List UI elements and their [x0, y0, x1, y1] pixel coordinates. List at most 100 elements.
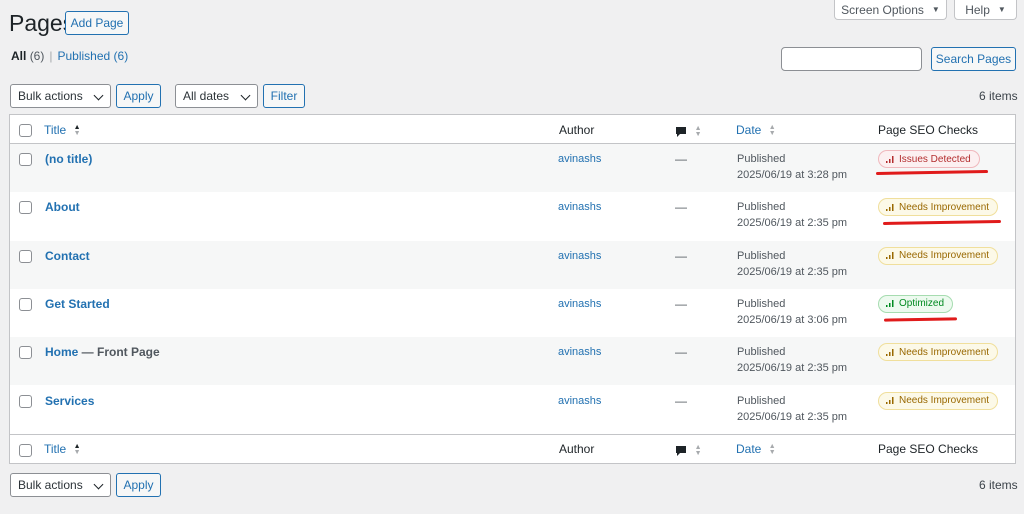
select-all-checkbox[interactable] — [19, 124, 32, 137]
filter-button[interactable]: Filter — [263, 84, 305, 108]
filter-published-count: (6) — [113, 49, 129, 63]
sort-arrows-icon: ▲ ▼ — [768, 123, 776, 137]
date-column-header[interactable]: Date ▲ ▼ — [736, 123, 776, 137]
seo-status-label: Needs Improvement — [899, 395, 990, 406]
date-cell: Published 2025/06/19 at 2:35 pm — [737, 393, 847, 425]
publish-date: 2025/06/19 at 3:06 pm — [737, 313, 848, 326]
author-link[interactable]: avinashs — [558, 201, 601, 213]
seo-status-label: Optimized — [899, 298, 945, 310]
filter-all-count: (6) — [29, 49, 45, 63]
screen-options-label: Screen Options — [841, 2, 924, 17]
apply-button[interactable]: Apply — [116, 84, 161, 108]
page-title-text: (no title) — [45, 152, 93, 166]
dates-select[interactable]: All dates — [175, 84, 258, 108]
page-title-text: Services — [45, 393, 95, 408]
seo-status-badge[interactable]: Needs Improvement — [878, 391, 999, 410]
publish-date: 2025/06/19 at 2:35 pm — [737, 410, 848, 423]
comments-column-header[interactable]: ▲ ▼ — [675, 442, 702, 457]
page-title-link[interactable]: Home — Front Page — [45, 345, 160, 359]
seo-check-cell: Needs Improvement — [878, 198, 999, 217]
search-input[interactable] — [781, 47, 922, 71]
signal-bars-icon — [886, 348, 894, 356]
search-pages-button[interactable]: Search Pages — [931, 47, 1016, 71]
date-cell: Published 2025/06/19 at 3:06 pm — [737, 296, 847, 328]
seo-column-header: Page SEO Checks — [878, 123, 979, 137]
sort-arrows-icon: ▲ ▼ — [73, 442, 81, 456]
help-tab[interactable]: Help ▼ — [954, 0, 1017, 20]
author-link[interactable]: avinashs — [558, 153, 601, 165]
row-checkbox[interactable] — [19, 153, 32, 166]
author-link[interactable]: avinashs — [558, 298, 601, 310]
select-all-checkbox[interactable] — [19, 444, 32, 457]
comment-bubble-icon — [676, 446, 686, 457]
bulk-actions-select[interactable]: Bulk actions — [10, 84, 111, 108]
row-checkbox[interactable] — [19, 297, 32, 311]
seo-check-cell: Needs Improvement — [878, 391, 999, 410]
row-checkbox[interactable] — [19, 201, 32, 215]
dates-value: All dates — [183, 89, 230, 103]
date-cell: Published 2025/06/19 at 2:35 pm — [737, 248, 847, 280]
seo-check-cell: Needs Improvement — [878, 343, 999, 362]
seo-status-badge[interactable]: Needs Improvement — [878, 198, 999, 217]
comments-column-header[interactable]: ▲ ▼ — [675, 123, 702, 138]
seo-check-cell: Optimized — [878, 294, 954, 313]
comment-count: — — [675, 345, 687, 360]
author-column-header: Author — [559, 442, 595, 456]
date-column-header[interactable]: Date ▲ ▼ — [736, 442, 776, 456]
table-row: (no title) avinashs — Published 2025/06/19 a… — [10, 144, 1015, 193]
date-column-label: Date — [736, 442, 762, 456]
page-title-link[interactable]: About — [45, 200, 80, 214]
screen-options-tab[interactable]: Screen Options ▼ — [834, 0, 947, 20]
publish-status: Published — [737, 297, 786, 310]
page-title-link[interactable]: (no title) — [45, 152, 92, 166]
table-row: Home — Front Page avinashs — Published 2025/… — [10, 337, 1015, 386]
publish-status: Published — [737, 249, 786, 262]
filter-all[interactable]: All (6) — [11, 49, 44, 63]
table-row: Contact avinashs — Published 2025/06/19 at 2… — [10, 240, 1015, 289]
add-page-button[interactable]: Add Page — [65, 11, 129, 35]
seo-status-badge[interactable]: Needs Improvement — [878, 246, 999, 265]
filter-published[interactable]: Published (6) — [57, 49, 128, 63]
items-count-bottom: 6 items — [979, 478, 1018, 492]
row-checkbox[interactable] — [19, 249, 32, 263]
page-title-link[interactable]: Services — [45, 394, 94, 408]
sort-arrows-icon: ▲ ▼ — [768, 442, 776, 456]
table-header: Title ▲ ▼ Author ▲ ▼ Date ▲ ▼ Page SEO Chec… — [10, 115, 1015, 144]
bulk-actions-value: Bulk actions — [18, 89, 83, 103]
seo-status-badge[interactable]: Optimized — [878, 294, 954, 313]
items-count: 6 items — [979, 89, 1018, 103]
apply-button-bottom[interactable]: Apply — [116, 473, 161, 497]
seo-check-cell: Needs Improvement — [878, 246, 999, 265]
title-column-header[interactable]: Title ▲ ▼ — [44, 123, 81, 137]
date-cell: Published 2025/06/19 at 3:28 pm — [737, 151, 847, 183]
page-title-link[interactable]: Get Started — [45, 297, 110, 311]
publish-status: Published — [737, 201, 786, 214]
seo-status-label: Needs Improvement — [899, 250, 990, 262]
row-checkbox[interactable] — [19, 394, 32, 408]
signal-bars-icon — [886, 300, 894, 308]
seo-status-badge[interactable]: Issues Detected — [878, 150, 980, 168]
sort-arrows-icon: ▲ ▼ — [694, 443, 702, 457]
page-title-link[interactable]: Contact — [45, 249, 90, 263]
status-filters: All (6) | Published (6) — [11, 49, 128, 63]
row-checkbox[interactable] — [19, 346, 32, 360]
chevron-down-icon — [93, 479, 104, 490]
sort-arrows-icon: ▲ ▼ — [694, 124, 702, 138]
author-link[interactable]: avinashs — [558, 250, 601, 262]
seo-column-header: Page SEO Checks — [878, 442, 979, 456]
bulk-actions-select-bottom[interactable]: Bulk actions — [10, 473, 111, 497]
author-link[interactable]: avinashs — [558, 346, 601, 358]
table-row: About avinashs — Published 2025/06/19 at 2:3… — [10, 192, 1015, 240]
seo-status-label: Needs Improvement — [899, 346, 990, 358]
comment-count: — — [675, 200, 687, 215]
comment-count: — — [675, 393, 687, 408]
page-title-text: Contact — [45, 248, 90, 263]
table-row: Get Started avinashs — Published 2025/06/19 … — [10, 289, 1015, 337]
caret-down-icon: ▼ — [931, 5, 940, 14]
seo-status-badge[interactable]: Needs Improvement — [878, 343, 999, 362]
title-column-label: Title — [44, 442, 67, 456]
author-link[interactable]: avinashs — [558, 395, 601, 407]
date-column-label: Date — [736, 123, 762, 137]
page-title-text: Home — [45, 345, 79, 360]
title-column-header[interactable]: Title ▲ ▼ — [44, 442, 81, 456]
